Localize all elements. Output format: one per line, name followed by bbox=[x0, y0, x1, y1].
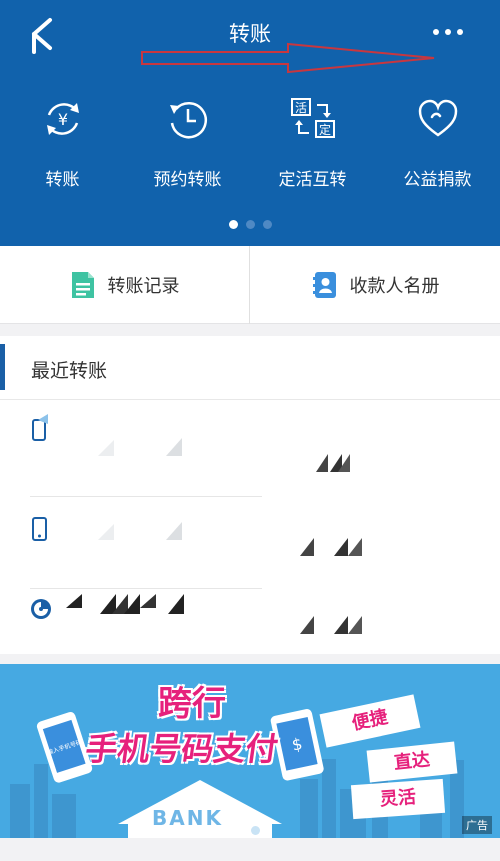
svg-text:活: 活 bbox=[294, 101, 306, 115]
divider bbox=[249, 246, 250, 324]
recent-transfer-item[interactable] bbox=[30, 506, 500, 589]
banner-tag: 灵活 bbox=[350, 778, 446, 820]
masked-amount-text bbox=[300, 616, 362, 634]
red-arrow-annotation bbox=[141, 42, 435, 74]
carousel-dot bbox=[245, 220, 255, 229]
action-fixed-current-swap[interactable]: 活 定 定活互转 bbox=[250, 95, 375, 195]
transfer-records-button[interactable]: 转账记录 bbox=[0, 246, 249, 324]
phone-icon bbox=[32, 517, 47, 541]
masked-amount-text bbox=[316, 454, 350, 472]
quick-links-bar: 转账记录 收款人名册 bbox=[0, 246, 500, 324]
banner-carousel-indicator bbox=[238, 820, 264, 838]
recent-transfer-item[interactable] bbox=[30, 584, 500, 667]
action-label: 预约转账 bbox=[153, 170, 222, 190]
quick-actions: ¥ 转账 预约转账 活 定 定活互转 公益捐款 bbox=[0, 95, 500, 195]
masked-account-text bbox=[66, 594, 184, 614]
recent-transfers-title: 最近转账 bbox=[31, 360, 108, 382]
contacts-book-icon bbox=[312, 272, 336, 298]
ccb-logo-icon bbox=[31, 599, 51, 619]
bottom-spacer bbox=[0, 838, 500, 861]
more-icon[interactable] bbox=[430, 22, 466, 42]
action-scheduled-transfer[interactable]: 预约转账 bbox=[125, 95, 250, 195]
phone-icon bbox=[32, 414, 48, 441]
ad-label: 广告 bbox=[462, 816, 492, 834]
row-divider bbox=[30, 496, 262, 497]
header: 转账 ¥ 转账 预约转账 活 定 定活互转 公益捐款 bbox=[0, 0, 500, 246]
banner-headline-2: 手机号码支付 bbox=[83, 730, 281, 768]
banner-dot bbox=[251, 826, 260, 835]
clock-icon bbox=[169, 101, 207, 139]
banner-dot bbox=[238, 826, 247, 835]
heart-icon bbox=[418, 99, 457, 137]
section-marker bbox=[0, 344, 5, 390]
fixed-current-swap-icon: 活 定 bbox=[290, 98, 335, 138]
svg-text:定: 定 bbox=[318, 122, 330, 137]
masked-account-text bbox=[98, 438, 182, 456]
banner-headline-1: 跨行 bbox=[158, 684, 226, 724]
carousel-dot bbox=[262, 220, 272, 229]
recent-transfers-header: 最近转账 bbox=[0, 336, 500, 400]
yuan-refresh-icon: ¥ bbox=[46, 103, 79, 135]
payee-list-button[interactable]: 收款人名册 bbox=[251, 246, 500, 324]
document-icon bbox=[71, 272, 94, 298]
recent-transfer-item[interactable] bbox=[30, 414, 500, 497]
recent-transfers-panel: 最近转账 bbox=[0, 336, 500, 654]
action-transfer[interactable]: ¥ 转账 bbox=[0, 95, 125, 195]
carousel-indicator bbox=[0, 214, 500, 233]
transfer-records-label: 转账记录 bbox=[107, 276, 180, 297]
svg-text:¥: ¥ bbox=[57, 110, 67, 129]
carousel-dot bbox=[228, 220, 238, 229]
action-label: 转账 bbox=[45, 170, 80, 190]
action-charity-donation[interactable]: 公益捐款 bbox=[375, 95, 500, 195]
action-label: 公益捐款 bbox=[403, 170, 472, 190]
masked-account-text bbox=[98, 522, 182, 540]
masked-amount-text bbox=[300, 538, 362, 556]
bank-label: BANK bbox=[152, 806, 223, 830]
payee-list-label: 收款人名册 bbox=[349, 276, 440, 297]
promo-banner[interactable]: 输入手机号码 $ 跨行 手机号码支付 便捷 直达 灵活 BANK 广告 bbox=[0, 664, 500, 838]
action-label: 定活互转 bbox=[278, 170, 347, 190]
